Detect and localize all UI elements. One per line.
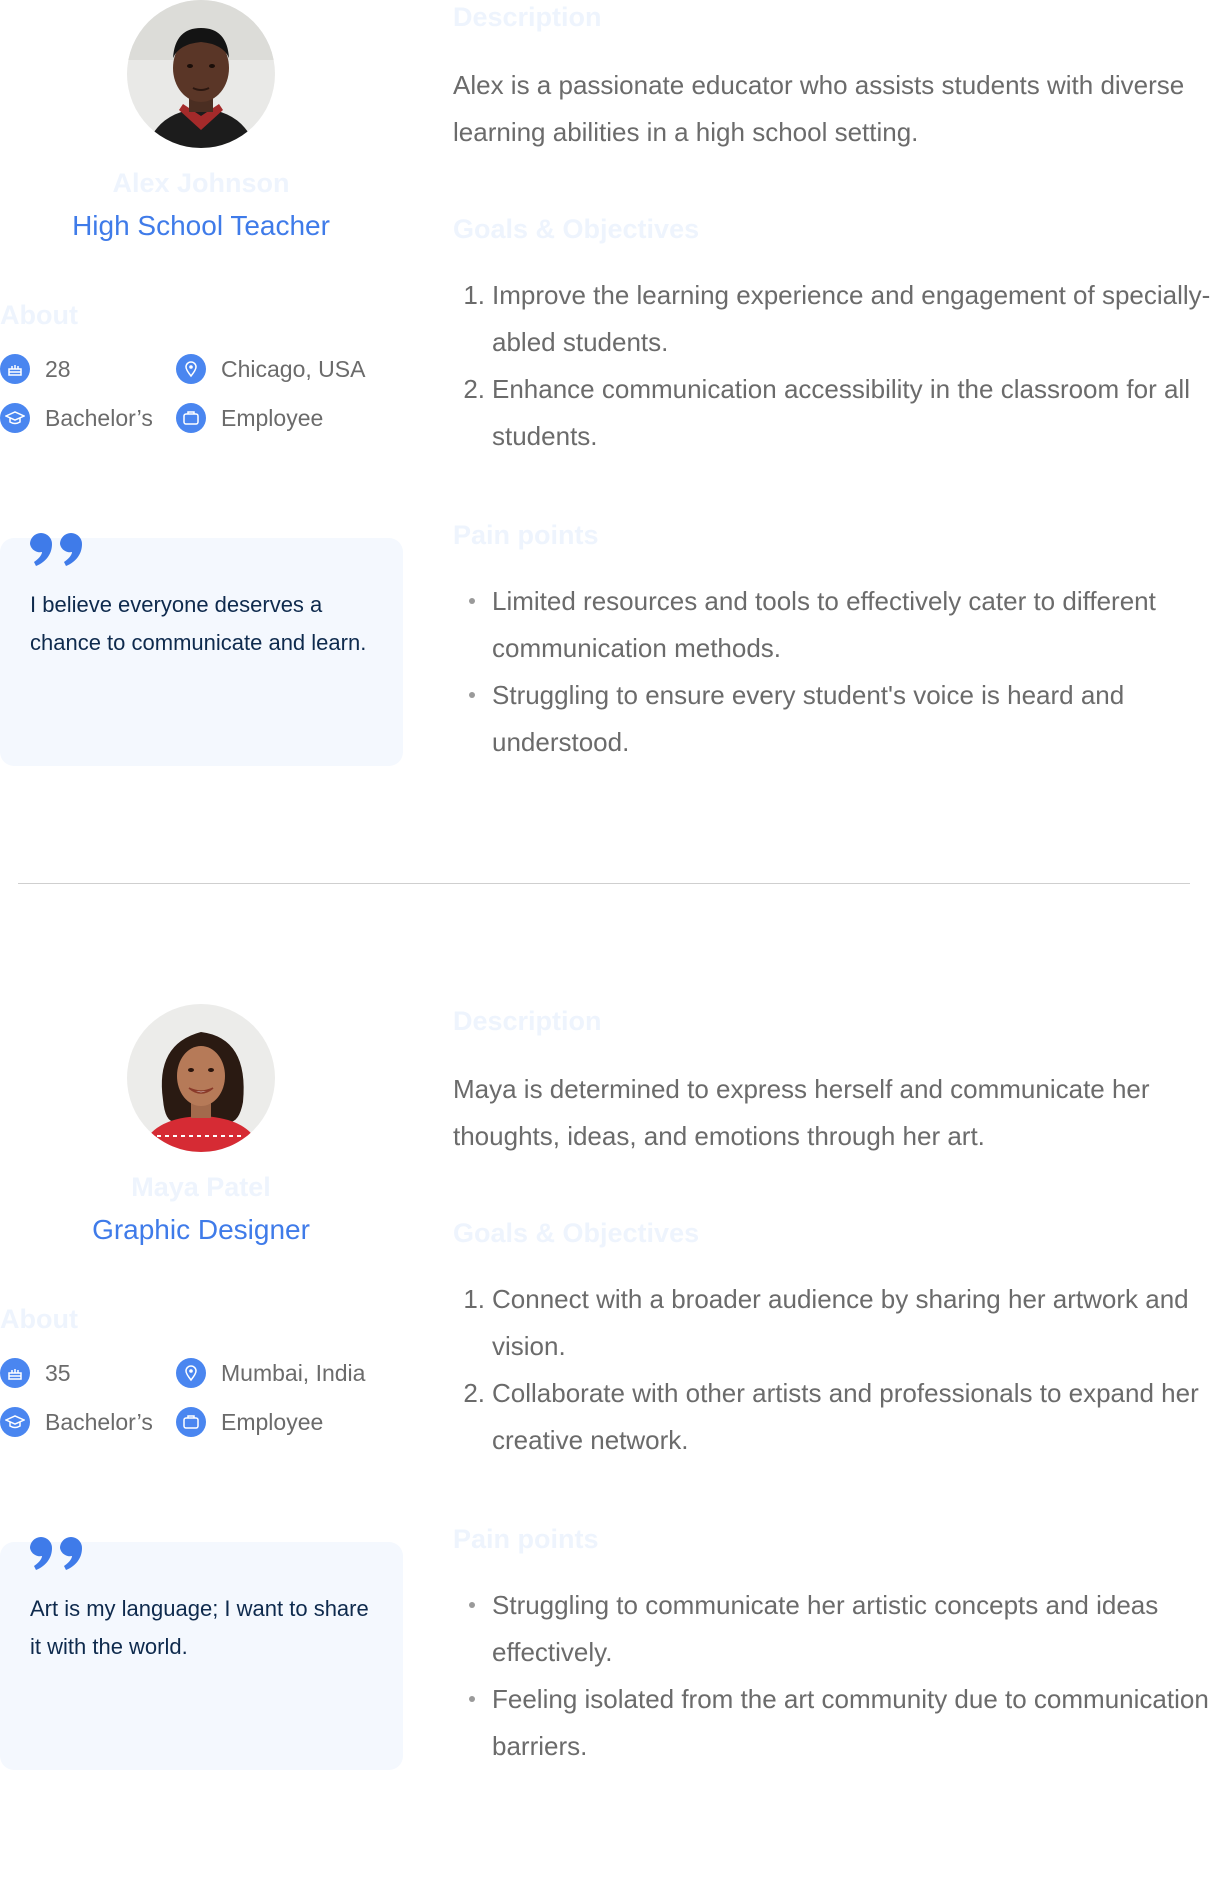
location-fact: Mumbai, India	[176, 1356, 365, 1390]
quote-mark-icon	[30, 1537, 82, 1570]
goal-text: Connect with a broader audience by shari…	[492, 1284, 1189, 1361]
cake-icon	[0, 354, 30, 384]
graduation-cap-icon	[0, 1407, 30, 1437]
avatar-photo	[127, 0, 275, 148]
occupation-value: Employee	[221, 1408, 324, 1435]
location-value: Chicago, USA	[221, 355, 366, 382]
pain-point-text: Struggling to ensure every student's voi…	[492, 680, 1125, 757]
list-number: 2.	[463, 1378, 485, 1408]
quote-mark-icon	[30, 533, 82, 566]
persona-role: High School Teacher	[72, 210, 330, 241]
bullet-icon	[469, 1696, 475, 1702]
age-fact: 35	[0, 1356, 71, 1390]
description-text: Maya is determined to express herself an…	[453, 1074, 1150, 1151]
persona-name: Alex Johnson	[112, 168, 290, 198]
persona-name: Maya Patel	[131, 1172, 271, 1202]
education-fact: Bachelor’s	[0, 401, 153, 435]
location-value: Mumbai, India	[221, 1359, 366, 1386]
persona-card-maya: Maya Patel Graphic Designer About 35 Mum…	[0, 1004, 1211, 1884]
list-item: 1. Connect with a broader audience by sha…	[453, 1276, 1211, 1370]
briefcase-icon	[176, 1407, 206, 1437]
pain-point-text: Limited resources and tools to effective…	[492, 586, 1156, 663]
list-item: Struggling to communicate her artistic c…	[453, 1582, 1211, 1676]
list-item: Feeling isolated from the art community …	[453, 1676, 1211, 1770]
age-value: 28	[45, 355, 71, 382]
pain-points-list: Struggling to communicate her artistic c…	[453, 1582, 1211, 1770]
list-item: 2. Collaborate with other artists and pro…	[453, 1370, 1211, 1464]
briefcase-icon	[176, 403, 206, 433]
goal-text: Improve the learning experience and enga…	[492, 280, 1211, 357]
location-pin-icon	[176, 354, 206, 384]
occupation-fact: Employee	[176, 1405, 323, 1439]
pain-point-text: Struggling to communicate her artistic c…	[492, 1590, 1159, 1667]
pain-point-text: Feeling isolated from the art community …	[492, 1684, 1209, 1761]
graduation-cap-icon	[0, 403, 30, 433]
cake-icon	[0, 1358, 30, 1388]
section-divider	[18, 883, 1190, 884]
persona-card-alex: Alex Johnson High School Teacher About 2…	[0, 0, 1211, 880]
list-number: 1.	[463, 280, 485, 310]
location-pin-icon	[176, 1358, 206, 1388]
education-value: Bachelor’s	[45, 404, 153, 431]
quote-card: Art is my language; I want to share it w…	[0, 1537, 403, 1770]
about-heading: About	[0, 300, 78, 330]
quote-card: I believe everyone deserves a chance to …	[0, 533, 403, 766]
list-number: 1.	[463, 1284, 485, 1314]
goals-list: 1. Improve the learning experience and en…	[453, 272, 1211, 460]
list-item: Limited resources and tools to effective…	[453, 578, 1211, 672]
avatar	[127, 0, 275, 148]
bullet-icon	[469, 692, 475, 698]
age-value: 35	[45, 1359, 71, 1386]
quote-text: Art is my language; I want to share it w…	[30, 1596, 369, 1659]
persona-role: Graphic Designer	[92, 1214, 310, 1245]
occupation-value: Employee	[221, 404, 324, 431]
education-value: Bachelor’s	[45, 1408, 153, 1435]
goals-list: 1. Connect with a broader audience by sha…	[453, 1276, 1211, 1464]
pain-points-list: Limited resources and tools to effective…	[453, 578, 1211, 766]
pain-points-heading: Pain points	[453, 1524, 599, 1554]
location-fact: Chicago, USA	[176, 352, 365, 386]
pain-points-heading: Pain points	[453, 520, 599, 550]
description-heading: Description	[453, 1006, 602, 1036]
list-item: 2. Enhance communication accessibility in…	[453, 366, 1211, 460]
occupation-fact: Employee	[176, 401, 323, 435]
list-number: 2.	[463, 374, 485, 404]
description-text: Alex is a passionate educator who assist…	[453, 70, 1185, 147]
goal-text: Enhance communication accessibility in t…	[492, 374, 1190, 451]
list-item: 1. Improve the learning experience and en…	[453, 272, 1211, 366]
education-fact: Bachelor’s	[0, 1405, 153, 1439]
bullet-icon	[469, 1602, 475, 1608]
goals-heading: Goals & Objectives	[453, 1218, 700, 1248]
description-heading: Description	[453, 2, 602, 32]
avatar-photo	[127, 1004, 275, 1152]
list-item: Struggling to ensure every student's voi…	[453, 672, 1211, 766]
quote-text: I believe everyone deserves a chance to …	[30, 592, 367, 655]
age-fact: 28	[0, 352, 71, 386]
goal-text: Collaborate with other artists and profe…	[492, 1378, 1199, 1455]
goals-heading: Goals & Objectives	[453, 214, 700, 244]
about-heading: About	[0, 1304, 78, 1334]
bullet-icon	[469, 598, 475, 604]
avatar	[127, 1004, 275, 1152]
